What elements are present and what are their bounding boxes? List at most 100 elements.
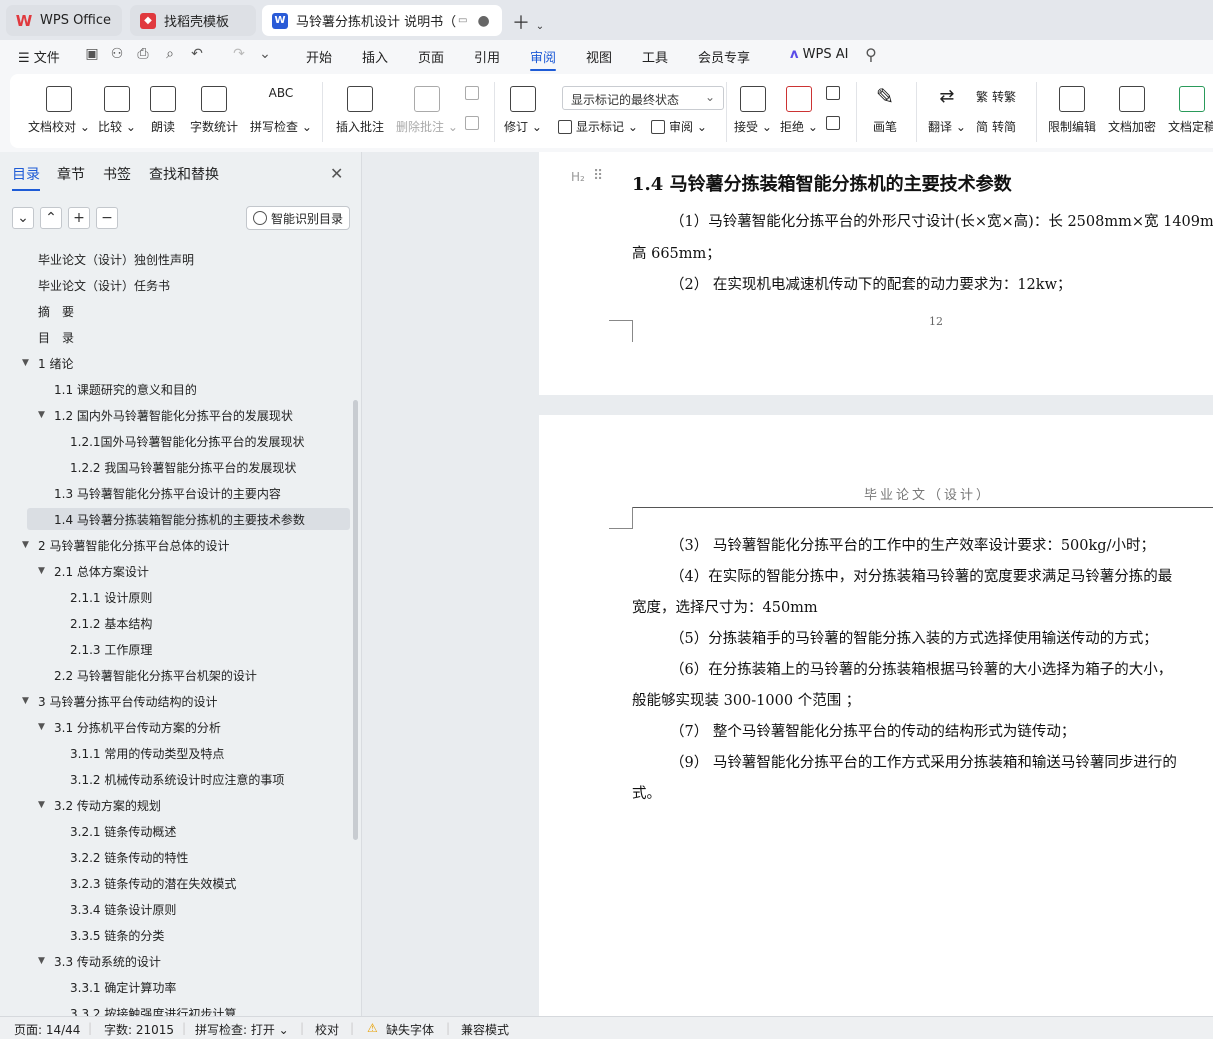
menu-view[interactable]: 视图 [586,47,612,66]
tab-chapters[interactable]: 章节 [57,164,85,184]
expand-triangle-icon[interactable]: ▼ [22,358,29,368]
tab-find-replace[interactable]: 查找和替换 [149,164,219,184]
menu-member[interactable]: 会员专享 [698,47,750,66]
toc-item[interactable]: 3.3.1 确定计算功率 [0,976,350,998]
toc-item[interactable]: 1.2.1国外马铃薯智能化分拣平台的发展现状 [0,430,350,452]
expand-triangle-icon[interactable]: ▼ [22,540,29,550]
proofread-status[interactable]: 校对 [315,1021,339,1038]
toc-item[interactable]: 2.1.2 基本结构 [0,612,350,634]
toc-item[interactable]: 3.1.2 机械传动系统设计时应注意的事项 [0,768,350,790]
remove-heading-icon[interactable]: − [96,207,118,229]
search-icon[interactable]: ⚲ [862,45,880,64]
toc-item[interactable]: 3.3.5 链条的分类 [0,924,350,946]
menu-review[interactable]: 审阅 [530,47,557,71]
expand-triangle-icon[interactable]: ▼ [38,800,45,810]
finalize-button[interactable]: 文档定稿 [1168,74,1213,135]
delete-comment-button[interactable]: 删除批注 ⌄ [396,74,458,135]
word-count-status[interactable]: 字数: 21015 [104,1021,174,1038]
missing-font-status[interactable]: 缺失字体 [386,1021,434,1038]
menu-page[interactable]: 页面 [418,47,444,66]
toc-item[interactable]: 毕业论文（设计）任务书 [0,274,350,296]
spell-check-button[interactable]: ABC 拼写检查 ⌄ [250,74,312,135]
collapse-icon[interactable]: ⌄ [12,207,34,229]
redo-icon[interactable]: ↷ [230,46,248,64]
tab-document[interactable]: W 马铃薯分拣机设计 说明书（论 ▭ ● [262,5,502,36]
add-heading-icon[interactable]: + [68,207,90,229]
expand-triangle-icon[interactable]: ▼ [22,696,29,706]
toc-item[interactable]: ▼ 3.3 传动系统的设计 [0,950,350,972]
to-traditional-button[interactable]: 繁转繁 [976,88,1016,105]
toc-item[interactable]: 3.2.2 链条传动的特性 [0,846,350,868]
toc-scrollbar[interactable] [353,400,358,840]
track-changes-button[interactable]: 修订 ⌄ [504,74,542,135]
toc-item[interactable]: ▼ 3.2 传动方案的规划 [0,794,350,816]
toc-item[interactable]: ▼ 2 马铃薯智能化分拣平台总体的设计 [0,534,350,556]
wps-ai-menu[interactable]: ʌ WPS AI [790,47,848,62]
page-indicator[interactable]: 页面: 14/44 [14,1021,80,1038]
toc-item[interactable]: 2.1.1 设计原则 [0,586,350,608]
compare-button[interactable]: 比较 ⌄ [98,74,136,135]
print-preview-icon[interactable]: ⌕ [161,46,179,64]
smart-toc-button[interactable]: 智能识别目录 [246,206,350,230]
tab-toc[interactable]: 目录 [12,164,40,191]
tab-wps-office[interactable]: W WPS Office [6,5,122,36]
toc-item[interactable]: ▼ 1 绪论 [0,352,350,374]
unsaved-dot-icon[interactable]: ● [477,13,489,29]
print-icon[interactable]: ⎙ [134,46,152,64]
insert-comment-button[interactable]: 插入批注 [336,74,384,135]
translate-button[interactable]: ⇄ 翻译 ⌄ [928,74,966,135]
toc-item[interactable]: 1.3 马铃薯智能化分拣平台设计的主要内容 [0,482,350,504]
read-aloud-button[interactable]: 朗读 [150,74,176,135]
to-simplified-button[interactable]: 简转简 [976,118,1016,135]
save-icon[interactable]: ▣ [83,46,101,64]
ink-button[interactable]: ✎ 画笔 [872,74,898,135]
expand-icon[interactable]: ⌃ [40,207,62,229]
spell-check-status[interactable]: 拼写检查: 打开 ⌄ [195,1021,289,1038]
prev-comment-icon[interactable] [465,86,483,100]
toc-item[interactable]: 3.2.1 链条传动概述 [0,820,350,842]
tab-template[interactable]: ◆ 找稻壳模板 [130,5,256,36]
toc-item[interactable]: ▼ 3.1 分拣机平台传动方案的分析 [0,716,350,738]
next-change-icon[interactable] [826,116,844,130]
toc-item[interactable]: 摘 要 [0,300,350,322]
reject-button[interactable]: 拒绝 ⌄ [780,74,818,135]
word-count-button[interactable]: 字数统计 [190,74,238,135]
show-markup-button[interactable]: 显示标记 ⌄ [558,118,638,135]
restrict-edit-button[interactable]: 限制编辑 [1048,74,1096,135]
toc-item[interactable]: 2.1.3 工作原理 [0,638,350,660]
expand-triangle-icon[interactable]: ▼ [38,722,45,732]
menu-start[interactable]: 开始 [306,47,332,66]
toc-item[interactable]: 3.2.3 链条传动的潜在失效模式 [0,872,350,894]
proofread-button[interactable]: 文档校对 ⌄ [28,74,90,135]
toc-item[interactable]: ▼ 1.2 国内外马铃薯智能化分拣平台的发展现状 [0,404,350,426]
encrypt-button[interactable]: 文档加密 [1108,74,1156,135]
toc-item[interactable]: 目 录 [0,326,350,348]
file-menu[interactable]: ☰ 文件 [18,47,60,66]
next-comment-icon[interactable] [465,116,483,130]
more-chevron-icon[interactable]: ⌄ [256,46,274,64]
toc-item[interactable]: ▼ 2.1 总体方案设计 [0,560,350,582]
tab-bookmarks[interactable]: 书签 [103,164,131,184]
menu-tools[interactable]: 工具 [642,47,668,66]
toc-item[interactable]: ▼ 3 马铃薯分拣平台传动结构的设计 [0,690,350,712]
new-tab-button[interactable]: ＋ ⌄ [512,9,544,35]
review-pane-button[interactable]: 审阅 ⌄ [651,118,707,135]
toc-item[interactable]: 1.1 课题研究的意义和目的 [0,378,350,400]
markup-mode-select[interactable]: 显示标记的最终状态 ⌄ [562,86,724,110]
menu-insert[interactable]: 插入 [362,47,388,66]
share-icon[interactable]: ⚇ [108,46,126,64]
expand-triangle-icon[interactable]: ▼ [38,566,45,576]
undo-icon[interactable]: ↶ [188,46,206,64]
drag-handle-icon[interactable]: ⠿ [593,168,603,184]
toc-item[interactable]: 毕业论文（设计）独创性声明 [0,248,350,270]
toc-item[interactable]: 2.2 马铃薯智能化分拣平台机架的设计 [0,664,350,686]
toc-item[interactable]: 3.1.1 常用的传动类型及特点 [0,742,350,764]
prev-change-icon[interactable] [826,86,844,100]
accept-button[interactable]: 接受 ⌄ [734,74,772,135]
toc-item[interactable]: 1.4 马铃薯分拣装箱智能分拣机的主要技术参数 [27,508,350,530]
menu-reference[interactable]: 引用 [474,47,500,66]
close-icon[interactable]: ✕ [330,164,343,183]
toc-item[interactable]: 3.3.4 链条设计原则 [0,898,350,920]
expand-triangle-icon[interactable]: ▼ [38,956,45,966]
toc-item[interactable]: 1.2.2 我国马铃薯智能分拣平台的发展现状 [0,456,350,478]
